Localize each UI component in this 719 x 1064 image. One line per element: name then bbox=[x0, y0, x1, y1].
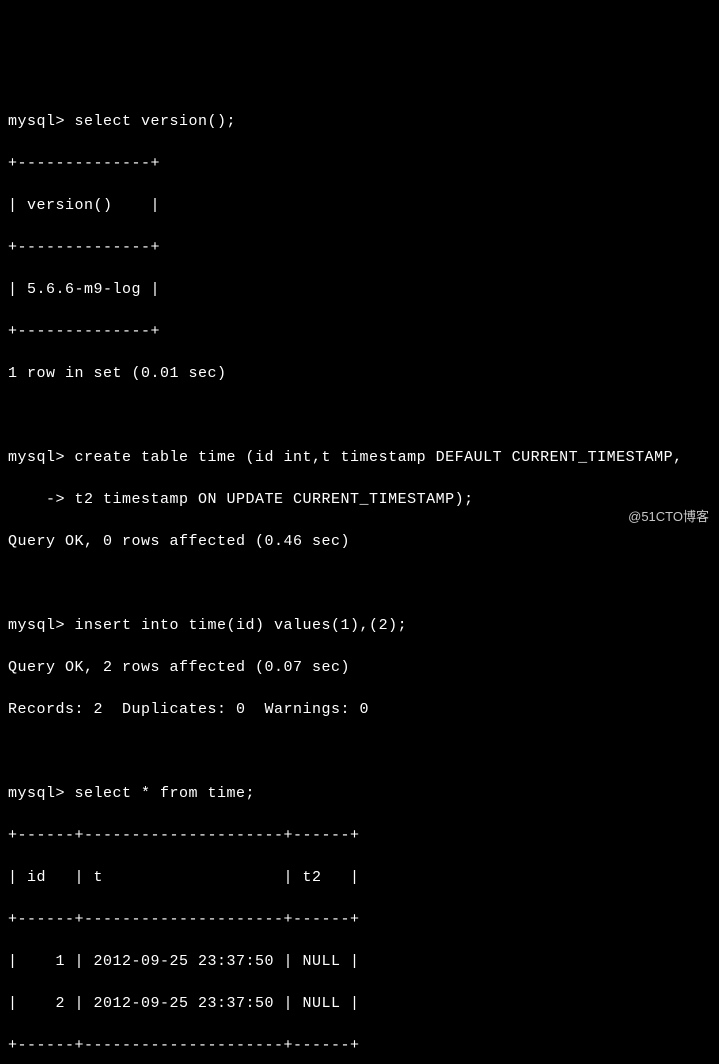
command: create table time (id int,t timestamp DE… bbox=[75, 449, 683, 466]
cont-prompt: -> bbox=[8, 491, 75, 508]
watermark: @51CTO博客 bbox=[628, 508, 709, 526]
query2-line1: mysql> create table time (id int,t times… bbox=[8, 447, 711, 468]
query2-line2: -> t2 timestamp ON UPDATE CURRENT_TIMEST… bbox=[8, 489, 711, 510]
prompt: mysql> bbox=[8, 449, 75, 466]
prompt: mysql> bbox=[8, 617, 75, 634]
prompt: mysql> bbox=[8, 785, 75, 802]
table-border: +--------------+ bbox=[8, 153, 711, 174]
query3-line: mysql> insert into time(id) values(1),(2… bbox=[8, 615, 711, 636]
table-header: | version() | bbox=[8, 195, 711, 216]
table-border: +------+---------------------+------+ bbox=[8, 909, 711, 930]
status-line: Records: 2 Duplicates: 0 Warnings: 0 bbox=[8, 699, 711, 720]
blank-line bbox=[8, 741, 711, 762]
terminal-output: mysql> select version(); +--------------… bbox=[8, 90, 711, 1064]
table-row: | 1 | 2012-09-25 23:37:50 | NULL | bbox=[8, 951, 711, 972]
prompt: mysql> bbox=[8, 113, 75, 130]
blank-line bbox=[8, 573, 711, 594]
status-line: 1 row in set (0.01 sec) bbox=[8, 363, 711, 384]
query4-line: mysql> select * from time; bbox=[8, 783, 711, 804]
command: select * from time; bbox=[75, 785, 256, 802]
table-border: +--------------+ bbox=[8, 237, 711, 258]
command: t2 timestamp ON UPDATE CURRENT_TIMESTAMP… bbox=[75, 491, 474, 508]
table-row: | 2 | 2012-09-25 23:37:50 | NULL | bbox=[8, 993, 711, 1014]
status-line: Query OK, 0 rows affected (0.46 sec) bbox=[8, 531, 711, 552]
status-line: Query OK, 2 rows affected (0.07 sec) bbox=[8, 657, 711, 678]
table-border: +------+---------------------+------+ bbox=[8, 825, 711, 846]
command: insert into time(id) values(1),(2); bbox=[75, 617, 408, 634]
blank-line bbox=[8, 405, 711, 426]
table-border: +------+---------------------+------+ bbox=[8, 1035, 711, 1056]
table-border: +--------------+ bbox=[8, 321, 711, 342]
table-row: | 5.6.6-m9-log | bbox=[8, 279, 711, 300]
table-header: | id | t | t2 | bbox=[8, 867, 711, 888]
command: select version(); bbox=[75, 113, 237, 130]
query1-line: mysql> select version(); bbox=[8, 111, 711, 132]
